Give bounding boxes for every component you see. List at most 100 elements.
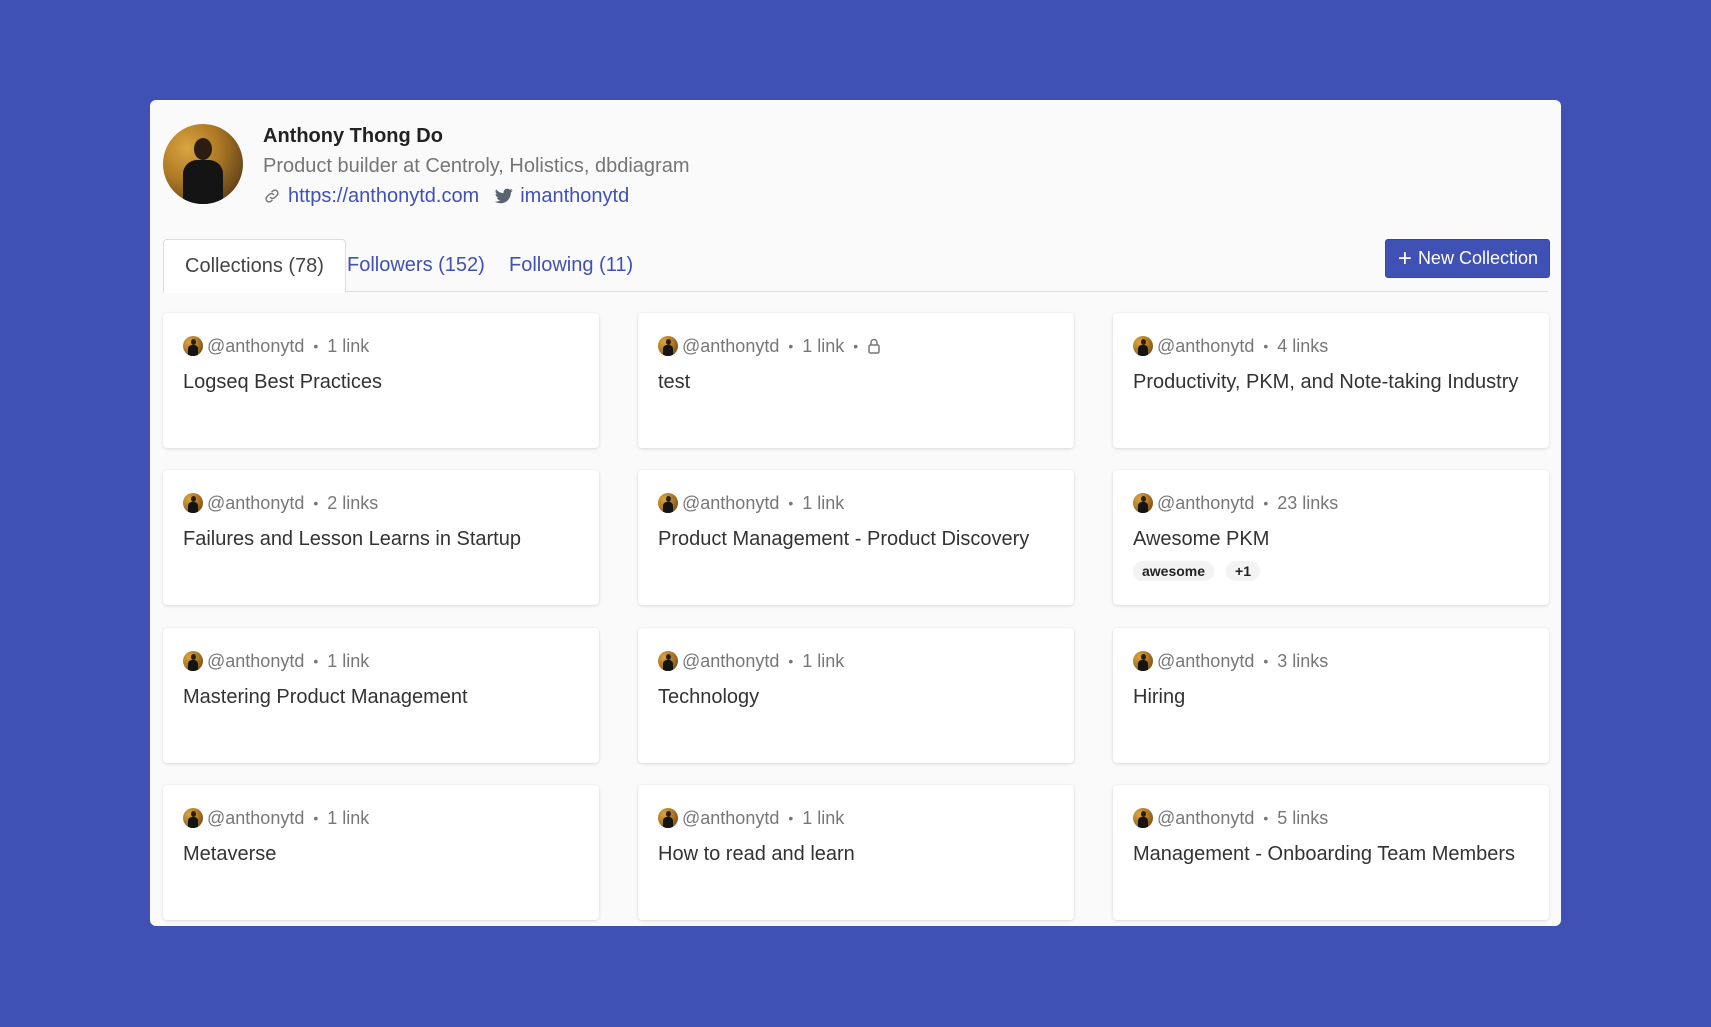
avatar — [658, 493, 678, 513]
card-meta: @anthonytd • 1 link — [658, 649, 1054, 673]
card-username[interactable]: @anthonytd — [207, 651, 304, 672]
tab-followers[interactable]: Followers (152) — [326, 239, 506, 292]
avatar — [1133, 651, 1153, 671]
twitter-icon — [495, 187, 513, 205]
collection-card[interactable]: @anthonytd • 1 link How to read and learn — [638, 785, 1074, 920]
avatar — [183, 493, 203, 513]
card-title[interactable]: Awesome PKM — [1133, 527, 1529, 551]
card-link-count: 3 links — [1277, 650, 1329, 671]
card-username[interactable]: @anthonytd — [1157, 808, 1254, 829]
tag[interactable]: awesome — [1133, 561, 1215, 581]
card-title[interactable]: Technology — [658, 685, 1054, 709]
card-meta: @anthonytd • 1 link — [183, 806, 579, 830]
avatar — [1133, 493, 1153, 513]
profile-header: Anthony Thong Do Product builder at Cent… — [163, 124, 689, 208]
separator: • — [313, 495, 319, 511]
separator: • — [313, 338, 319, 354]
avatar[interactable] — [163, 124, 243, 204]
card-link-count: 5 links — [1277, 807, 1329, 828]
collection-card[interactable]: @anthonytd • 1 link Logseq Best Practices — [163, 313, 599, 448]
card-username[interactable]: @anthonytd — [207, 808, 304, 829]
card-title[interactable]: How to read and learn — [658, 842, 1054, 866]
separator: • — [788, 810, 794, 826]
card-title[interactable]: Metaverse — [183, 842, 579, 866]
card-meta: @anthonytd • 1 link — [658, 491, 1054, 515]
collection-card[interactable]: @anthonytd • 4 links Productivity, PKM, and… — [1113, 313, 1549, 448]
separator: • — [1263, 495, 1269, 511]
card-username[interactable]: @anthonytd — [207, 493, 304, 514]
collection-card[interactable]: @anthonytd • 1 link Metaverse — [163, 785, 599, 920]
collection-card[interactable]: @anthonytd • 1 link Technology — [638, 628, 1074, 763]
card-tags: awesome +1 — [1133, 561, 1529, 581]
collection-card[interactable]: @anthonytd • 1 link Product Management - Pr… — [638, 470, 1074, 605]
avatar — [183, 808, 203, 828]
link-icon — [263, 187, 281, 205]
card-title[interactable]: test — [658, 370, 1054, 394]
avatar — [183, 651, 203, 671]
separator: • — [313, 653, 319, 669]
profile-bio: Product builder at Centroly, Holistics, … — [263, 155, 690, 177]
profile-panel: Anthony Thong Do Product builder at Cent… — [150, 100, 1561, 926]
card-meta: @anthonytd • 1 link — [183, 649, 579, 673]
separator: • — [788, 338, 794, 354]
card-link-count: 2 links — [327, 492, 379, 513]
card-title[interactable]: Hiring — [1133, 685, 1529, 709]
card-username[interactable]: @anthonytd — [682, 493, 779, 514]
card-username[interactable]: @anthonytd — [682, 808, 779, 829]
card-username[interactable]: @anthonytd — [1157, 493, 1254, 514]
card-username[interactable]: @anthonytd — [1157, 336, 1254, 357]
tab-collections[interactable]: Collections (78) — [163, 239, 346, 293]
card-meta: @anthonytd • 1 link — [183, 334, 579, 358]
card-meta: @anthonytd • 2 links — [183, 491, 579, 515]
profile-info: Anthony Thong Do Product builder at Cent… — [263, 124, 689, 208]
collection-card[interactable]: @anthonytd • 1 link Mastering Product Manag… — [163, 628, 599, 763]
tag[interactable]: +1 — [1226, 561, 1261, 581]
separator: • — [1263, 653, 1269, 669]
avatar — [658, 336, 678, 356]
card-username[interactable]: @anthonytd — [682, 336, 779, 357]
collection-card[interactable]: @anthonytd • 2 links Failures and Lesson Le… — [163, 470, 599, 605]
separator: • — [313, 810, 319, 826]
website-link[interactable]: https://anthonytd.com — [288, 184, 479, 208]
avatar — [658, 651, 678, 671]
collection-card[interactable]: @anthonytd • 1 link • test — [638, 313, 1074, 448]
card-meta: @anthonytd • 23 links — [1133, 491, 1529, 515]
card-username[interactable]: @anthonytd — [207, 336, 304, 357]
card-link-count: 1 link — [327, 335, 370, 356]
card-username[interactable]: @anthonytd — [1157, 651, 1254, 672]
collection-card[interactable]: @anthonytd • 3 links Hiring — [1113, 628, 1549, 763]
separator: • — [788, 653, 794, 669]
separator: • — [853, 338, 859, 354]
card-title[interactable]: Failures and Lesson Learns in Startup — [183, 527, 579, 551]
card-link-count: 1 link — [802, 650, 845, 671]
card-meta: @anthonytd • 3 links — [1133, 649, 1529, 673]
card-meta: @anthonytd • 1 link — [658, 806, 1054, 830]
avatar — [1133, 808, 1153, 828]
card-username[interactable]: @anthonytd — [682, 651, 779, 672]
plus-icon: + — [1397, 244, 1412, 272]
collection-card[interactable]: @anthonytd • 5 links Management - Onboardin… — [1113, 785, 1549, 920]
card-title[interactable]: Logseq Best Practices — [183, 370, 579, 394]
card-title[interactable]: Productivity, PKM, and Note-taking Indus… — [1133, 370, 1529, 394]
tab-following[interactable]: Following (11) — [488, 239, 654, 292]
card-title[interactable]: Mastering Product Management — [183, 685, 579, 709]
separator: • — [788, 495, 794, 511]
card-title[interactable]: Management - Onboarding Team Members — [1133, 842, 1529, 866]
card-link-count: 1 link — [802, 492, 845, 513]
card-link-count: 1 link — [802, 335, 845, 356]
card-title[interactable]: Product Management - Product Discovery — [658, 527, 1054, 551]
card-link-count: 1 link — [802, 807, 845, 828]
card-link-count: 1 link — [327, 650, 370, 671]
card-link-count: 23 links — [1277, 492, 1339, 513]
avatar — [183, 336, 203, 356]
profile-name: Anthony Thong Do — [263, 125, 443, 147]
tabs: Collections (78) Followers (152) Followi… — [163, 239, 1548, 293]
card-meta: @anthonytd • 5 links — [1133, 806, 1529, 830]
new-collection-button[interactable]: + New Collection — [1384, 239, 1550, 278]
separator: • — [1263, 810, 1269, 826]
card-link-count: 4 links — [1277, 335, 1329, 356]
lock-icon — [867, 338, 881, 354]
twitter-link[interactable]: imanthonytd — [520, 184, 629, 208]
card-meta: @anthonytd • 1 link • — [658, 334, 1054, 358]
collection-card[interactable]: @anthonytd • 23 links Awesome PKM awesome +1 — [1113, 470, 1549, 605]
